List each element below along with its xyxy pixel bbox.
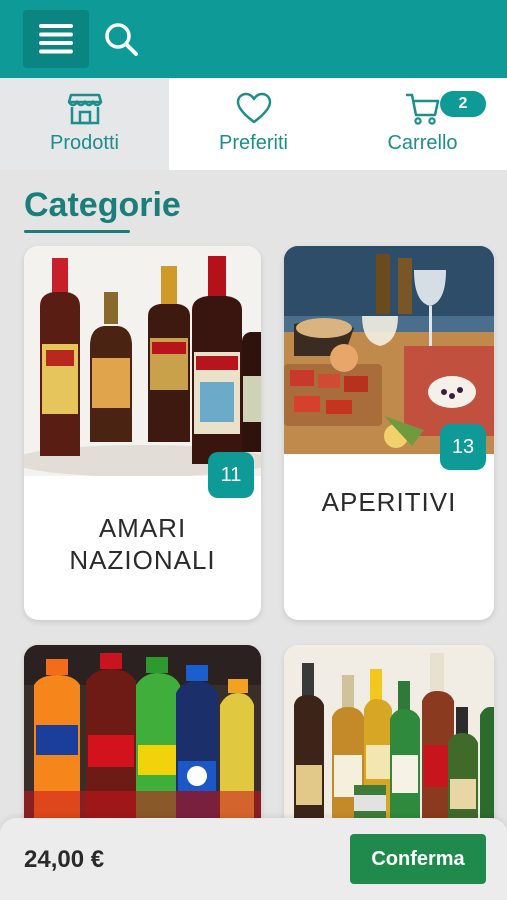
page-title: Categorie	[24, 186, 181, 224]
category-card-bibite[interactable]	[24, 645, 261, 845]
cart-icon	[405, 93, 439, 125]
amaro-bottles-image	[24, 246, 261, 476]
tab-carrello-label: Carrello	[387, 132, 458, 154]
confirm-button[interactable]: Conferma	[350, 834, 486, 884]
category-count-badge: 13	[440, 424, 486, 470]
cart-total: 24,00 €	[24, 846, 105, 873]
beer-bottles-image	[284, 645, 494, 845]
title-underline	[24, 230, 130, 233]
store-icon	[67, 93, 102, 125]
category-card-amari[interactable]: 11 AMARI NAZIONALI	[24, 246, 261, 620]
category-name-line2: NAZIONALI	[69, 545, 216, 575]
tab-preferiti[interactable]: Preferiti	[169, 78, 338, 170]
category-name-line1: APERITIVI	[321, 487, 457, 517]
tab-prodotti[interactable]: Prodotti	[0, 78, 169, 170]
tab-prodotti-label: Prodotti	[50, 132, 119, 154]
tab-carrello[interactable]: Carrello	[338, 78, 507, 170]
hamburger-menu-icon	[39, 24, 73, 54]
category-card-aperitivi[interactable]: 13 APERITIVI	[284, 246, 494, 620]
category-name-line1: AMARI	[98, 513, 187, 543]
cart-count-badge: 2	[440, 91, 486, 117]
heart-icon	[236, 92, 271, 124]
aperitivo-table-image	[284, 246, 494, 454]
tab-bar: Prodotti Preferiti Carrello	[0, 78, 507, 170]
tab-preferiti-label: Preferiti	[219, 132, 288, 154]
search-icon	[105, 23, 138, 56]
top-app-bar	[0, 0, 507, 78]
soft-drinks-image	[24, 645, 261, 845]
category-count-badge: 11	[208, 452, 254, 498]
menu-button[interactable]	[23, 10, 89, 68]
category-card-birre[interactable]	[284, 645, 494, 845]
checkout-bar: 24,00 € Conferma	[0, 818, 507, 900]
search-button[interactable]	[100, 18, 142, 60]
